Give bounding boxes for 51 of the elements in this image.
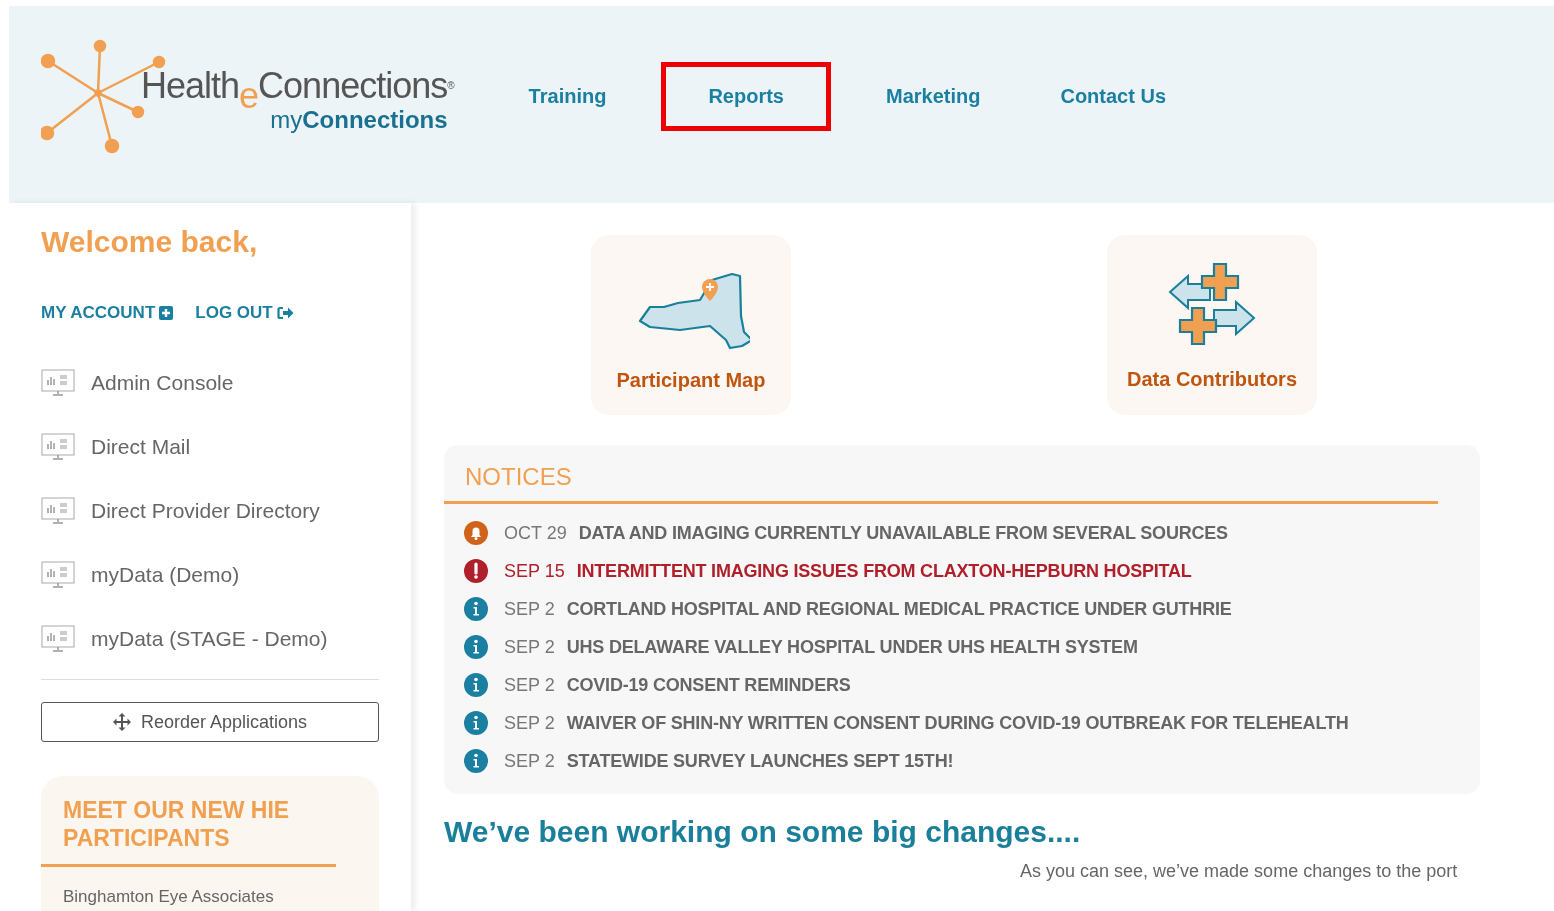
notice-link[interactable]: CORTLAND HOSPITAL AND REGIONAL MEDICAL PRACTICE UNDER GUTHRIE (566, 598, 1232, 620)
info-icon (464, 673, 488, 697)
move-arrows-icon (112, 713, 131, 731)
monitor-chart-icon (41, 561, 75, 589)
section-heading: We’ve been working on some big changes.... (444, 814, 1082, 850)
notice-link[interactable]: UHS DELAWARE VALLEY HOSPITAL UNDER UHS HEALTH SYSTEM (566, 636, 1138, 658)
monitor-chart-icon (41, 369, 75, 397)
nav-link[interactable]: Contact Us (1035, 62, 1192, 131)
info-icon (464, 749, 488, 773)
notice-date: SEP 2 (504, 750, 555, 772)
card-title: MEET OUR NEW HIE PARTICIPANTS (62, 796, 291, 852)
info-icon (464, 597, 488, 621)
my-account-link[interactable]: MY ACCOUNT (41, 303, 174, 323)
plus-square-icon (159, 306, 174, 320)
bell-icon (464, 521, 488, 545)
logo-wordmark: HealtheConnections$^{®}$ (141, 66, 454, 106)
notice-date: OCT 29 (504, 522, 567, 544)
notice-link[interactable]: DATA AND IMAGING CURRENTLY UNAVAILABLE FROM SEVERAL SOURCES (578, 522, 1228, 544)
participant-name: Binghamton Eye Associates (62, 886, 275, 907)
info-icon (464, 711, 488, 735)
logo-tagline: myConnections (270, 106, 448, 134)
app-tile[interactable]: Participant Map (591, 235, 791, 415)
intro-paragraph: As you can see, we’ve made some changes to the port (1020, 861, 1458, 881)
info-icon (464, 635, 488, 659)
monitor-chart-icon (41, 433, 75, 461)
welcome-heading: Welcome back, (41, 225, 259, 259)
notice-link[interactable]: INTERMITTENT IMAGING ISSUES FROM CLAXTON-HEPBURN HOSPITAL (576, 560, 1192, 582)
notice-link[interactable]: STATEWIDE SURVEY LAUNCHES SEPT 15TH! (566, 750, 954, 772)
exclamation-icon (464, 559, 488, 583)
notice-date: SEP 2 (504, 674, 555, 696)
notice-link[interactable]: COVID-19 CONSENT REMINDERS (566, 674, 851, 696)
application-link[interactable]: Direct Provider Directory (41, 479, 379, 543)
application-link[interactable]: Admin Console (41, 351, 379, 415)
monitor-chart-icon (41, 625, 75, 653)
nav-link[interactable]: Training (503, 62, 632, 131)
log-out-link[interactable]: LOG OUT (195, 303, 294, 323)
notice-date: SEP 2 (504, 712, 555, 734)
reorder-applications-button[interactable]: Reorder Applications (41, 702, 379, 742)
application-link[interactable]: myData (Demo) (41, 543, 379, 607)
app-tile[interactable]: Data Contributors (1107, 235, 1317, 415)
notices-heading: NOTICES (464, 463, 573, 491)
monitor-chart-icon (41, 497, 75, 525)
sign-out-icon (276, 306, 294, 320)
notice-link[interactable]: WAIVER OF SHIN-NY WRITTEN CONSENT DURING COVID-19 OUTBREAK FOR TELEHEALTH (566, 712, 1349, 734)
application-link[interactable]: Direct Mail (41, 415, 379, 479)
notice-date: SEP 2 (504, 598, 555, 620)
nav-link[interactable]: Marketing (861, 62, 1006, 131)
nav-link[interactable]: Reports (661, 62, 831, 131)
application-link[interactable]: myData (STAGE - Demo) (41, 607, 379, 671)
notice-date: SEP 2 (504, 636, 555, 658)
notice-date: SEP 15 (504, 560, 565, 582)
